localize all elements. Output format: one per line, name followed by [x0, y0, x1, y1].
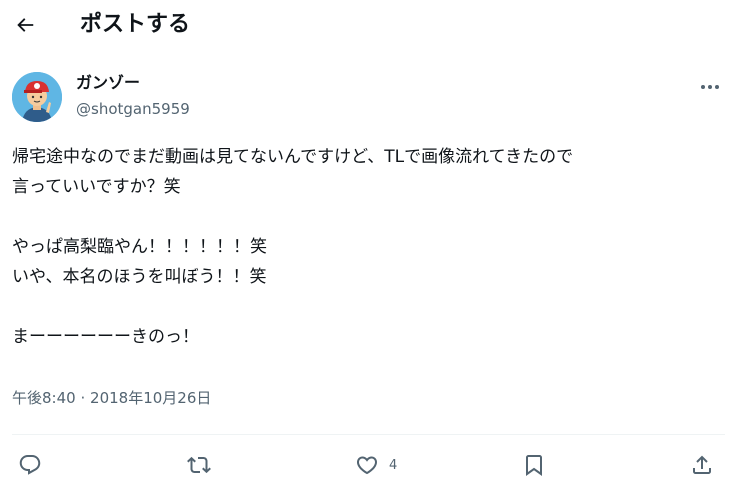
post-line — [12, 202, 724, 232]
post-line: 言っていいですか？笑 — [12, 177, 181, 197]
divider — [12, 434, 725, 435]
post-time-link[interactable]: 午後8:40 — [12, 389, 76, 407]
bookmark-icon — [522, 453, 546, 477]
author-handle[interactable]: @shotgan5959 — [76, 99, 190, 119]
reply-button[interactable] — [18, 446, 52, 484]
arrow-left-icon — [14, 14, 36, 36]
reply-icon — [18, 453, 42, 477]
more-dots-icon — [700, 84, 720, 90]
like-count: 4 — [389, 457, 398, 473]
action-bar: 4 — [0, 446, 737, 484]
repost-icon — [187, 453, 211, 477]
post-line: やっぱ高梨臨やん！！！！！！笑 — [12, 237, 267, 257]
top-bar: ポストする — [0, 0, 737, 52]
post-author: ガンゾー @shotgan5959 — [12, 70, 725, 126]
like-button[interactable]: 4 — [355, 446, 397, 484]
post-text: 帰宅途中なのでまだ動画は見てないんですけど、TLで画像流れてきたので 言っていい… — [12, 142, 724, 352]
meta-separator: · — [80, 389, 86, 407]
share-icon — [690, 453, 714, 477]
author-name[interactable]: ガンゾー — [76, 72, 140, 94]
post-date-link[interactable]: 2018年10月26日 — [90, 389, 211, 407]
post-line — [12, 292, 724, 322]
post-line: いや、本名のほうを叫ぼう！！笑 — [12, 267, 267, 287]
bookmark-button[interactable] — [522, 446, 556, 484]
repost-button[interactable] — [187, 446, 221, 484]
post-line: まーーーーーーきのっ！ — [12, 327, 199, 347]
share-button[interactable] — [690, 446, 714, 484]
avatar[interactable] — [12, 72, 62, 122]
post-line: 帰宅途中なのでまだ動画は見てないんですけど、TLで画像流れてきたので — [12, 147, 574, 167]
post-timestamp: 午後8:40 · 2018年10月26日 — [12, 386, 211, 410]
heart-icon — [355, 453, 379, 477]
more-button[interactable] — [695, 74, 725, 100]
page-title: ポストする — [80, 12, 191, 37]
back-button[interactable] — [6, 6, 44, 44]
